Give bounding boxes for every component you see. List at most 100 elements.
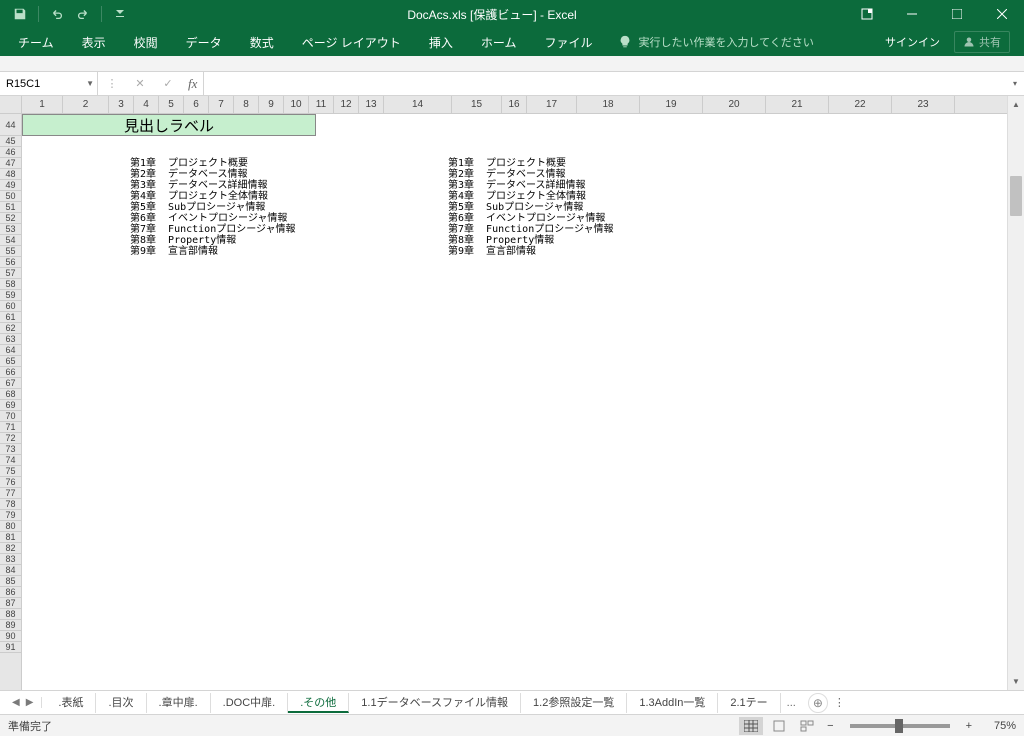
col-header[interactable]: 16 xyxy=(502,96,527,113)
row-header[interactable]: 62 xyxy=(0,323,21,334)
row-header[interactable]: 44 xyxy=(0,114,21,136)
row-header[interactable]: 67 xyxy=(0,378,21,389)
row-header[interactable]: 75 xyxy=(0,466,21,477)
row-header[interactable]: 86 xyxy=(0,587,21,598)
row-header[interactable]: 51 xyxy=(0,202,21,213)
sheet-tab[interactable]: .表紙 xyxy=(46,693,96,713)
row-header[interactable]: 76 xyxy=(0,477,21,488)
row-header[interactable]: 79 xyxy=(0,510,21,521)
heading-label-cell[interactable]: 見出しラベル xyxy=(22,114,316,136)
worksheet-grid[interactable]: 4445464748495051525354555657585960616263… xyxy=(0,96,1024,690)
col-header[interactable]: 11 xyxy=(309,96,334,113)
row-header[interactable]: 48 xyxy=(0,169,21,180)
row-header[interactable]: 49 xyxy=(0,180,21,191)
col-header[interactable]: 15 xyxy=(452,96,502,113)
select-all-corner[interactable] xyxy=(0,96,22,114)
row-header[interactable]: 70 xyxy=(0,411,21,422)
row-header[interactable]: 72 xyxy=(0,433,21,444)
row-header[interactable]: 74 xyxy=(0,455,21,466)
tab-options[interactable]: ⋮ xyxy=(828,696,851,709)
col-header[interactable]: 14 xyxy=(384,96,452,113)
row-header[interactable]: 55 xyxy=(0,246,21,257)
row-header[interactable]: 46 xyxy=(0,147,21,158)
ribbon-tab-4[interactable]: 数式 xyxy=(236,28,288,56)
page-break-view-button[interactable] xyxy=(795,717,819,735)
ribbon-tab-1[interactable]: ホーム xyxy=(467,28,531,56)
row-header[interactable]: 78 xyxy=(0,499,21,510)
col-header[interactable]: 6 xyxy=(184,96,209,113)
sheet-tab[interactable]: 2.1テー xyxy=(718,693,780,713)
row-header[interactable]: 80 xyxy=(0,521,21,532)
row-header[interactable]: 84 xyxy=(0,565,21,576)
ribbon-tab-0[interactable]: ファイル xyxy=(530,28,606,56)
row-header[interactable]: 63 xyxy=(0,334,21,345)
vertical-scrollbar[interactable]: ▲ ▼ xyxy=(1007,96,1024,690)
sheet-tab[interactable]: .目次 xyxy=(96,693,146,713)
row-header[interactable]: 77 xyxy=(0,488,21,499)
col-header[interactable]: 18 xyxy=(577,96,640,113)
row-header[interactable]: 66 xyxy=(0,367,21,378)
normal-view-button[interactable] xyxy=(739,717,763,735)
row-header[interactable]: 88 xyxy=(0,609,21,620)
col-header[interactable]: 12 xyxy=(334,96,359,113)
ribbon-tab-3[interactable]: ページ レイアウト xyxy=(288,28,415,56)
row-header[interactable]: 87 xyxy=(0,598,21,609)
col-header[interactable]: 4 xyxy=(134,96,159,113)
formula-input[interactable] xyxy=(204,72,1006,95)
maximize-button[interactable] xyxy=(934,0,979,28)
scroll-down-button[interactable]: ▼ xyxy=(1008,673,1024,690)
sign-in-link[interactable]: サインイン xyxy=(885,34,940,50)
zoom-slider[interactable] xyxy=(850,724,950,728)
ribbon-tab-5[interactable]: データ xyxy=(172,28,236,56)
col-header[interactable]: 13 xyxy=(359,96,384,113)
row-header[interactable]: 57 xyxy=(0,268,21,279)
sheet-tab[interactable]: .DOC中扉. xyxy=(211,693,289,713)
tell-me-search[interactable]: 実行したい作業を入力してください xyxy=(618,34,813,50)
row-header[interactable]: 60 xyxy=(0,301,21,312)
formula-expand-button[interactable]: ▾ xyxy=(1006,79,1024,88)
save-button[interactable] xyxy=(8,3,32,25)
tab-nav-prev[interactable]: ◀ xyxy=(10,697,22,708)
row-header[interactable]: 68 xyxy=(0,389,21,400)
toc-left[interactable]: 第1章 プロジェクト概要 第2章 データベース情報 第3章 データベース詳細情報… xyxy=(130,158,296,257)
row-header[interactable]: 47 xyxy=(0,158,21,169)
sheet-tab[interactable]: 1.2参照設定一覧 xyxy=(521,693,627,713)
col-header[interactable]: 5 xyxy=(159,96,184,113)
row-header[interactable]: 53 xyxy=(0,224,21,235)
row-header[interactable]: 69 xyxy=(0,400,21,411)
row-header[interactable]: 91 xyxy=(0,642,21,653)
col-header[interactable]: 19 xyxy=(640,96,703,113)
row-header[interactable]: 71 xyxy=(0,422,21,433)
col-header[interactable]: 1 xyxy=(22,96,63,113)
name-box[interactable]: R15C1 ▼ xyxy=(0,72,98,95)
col-header[interactable]: 7 xyxy=(209,96,234,113)
row-header[interactable]: 59 xyxy=(0,290,21,301)
col-header[interactable]: 21 xyxy=(766,96,829,113)
fx-icon[interactable]: fx xyxy=(182,76,203,92)
row-header[interactable]: 64 xyxy=(0,345,21,356)
col-header[interactable]: 9 xyxy=(259,96,284,113)
close-button[interactable] xyxy=(979,0,1024,28)
sheet-tab[interactable]: .章中扉. xyxy=(147,693,211,713)
zoom-in-button[interactable]: + xyxy=(962,720,976,732)
ribbon-tab-2[interactable]: 挿入 xyxy=(415,28,467,56)
row-header[interactable]: 90 xyxy=(0,631,21,642)
toc-right[interactable]: 第1章 プロジェクト概要 第2章 データベース情報 第3章 データベース詳細情報… xyxy=(448,158,614,257)
col-header[interactable]: 8 xyxy=(234,96,259,113)
row-header[interactable]: 56 xyxy=(0,257,21,268)
col-header[interactable]: 23 xyxy=(892,96,955,113)
scroll-up-button[interactable]: ▲ xyxy=(1008,96,1024,113)
col-header[interactable]: 22 xyxy=(829,96,892,113)
share-button[interactable]: 共有 xyxy=(954,31,1010,53)
zoom-level[interactable]: 75% xyxy=(980,720,1016,732)
row-header[interactable]: 50 xyxy=(0,191,21,202)
col-header[interactable]: 17 xyxy=(527,96,577,113)
row-header[interactable]: 85 xyxy=(0,576,21,587)
row-header[interactable]: 73 xyxy=(0,444,21,455)
row-header[interactable]: 89 xyxy=(0,620,21,631)
row-header[interactable]: 52 xyxy=(0,213,21,224)
minimize-button[interactable] xyxy=(889,0,934,28)
row-header[interactable]: 65 xyxy=(0,356,21,367)
tab-overflow[interactable]: ... xyxy=(781,697,802,709)
qat-customize-button[interactable] xyxy=(108,3,132,25)
